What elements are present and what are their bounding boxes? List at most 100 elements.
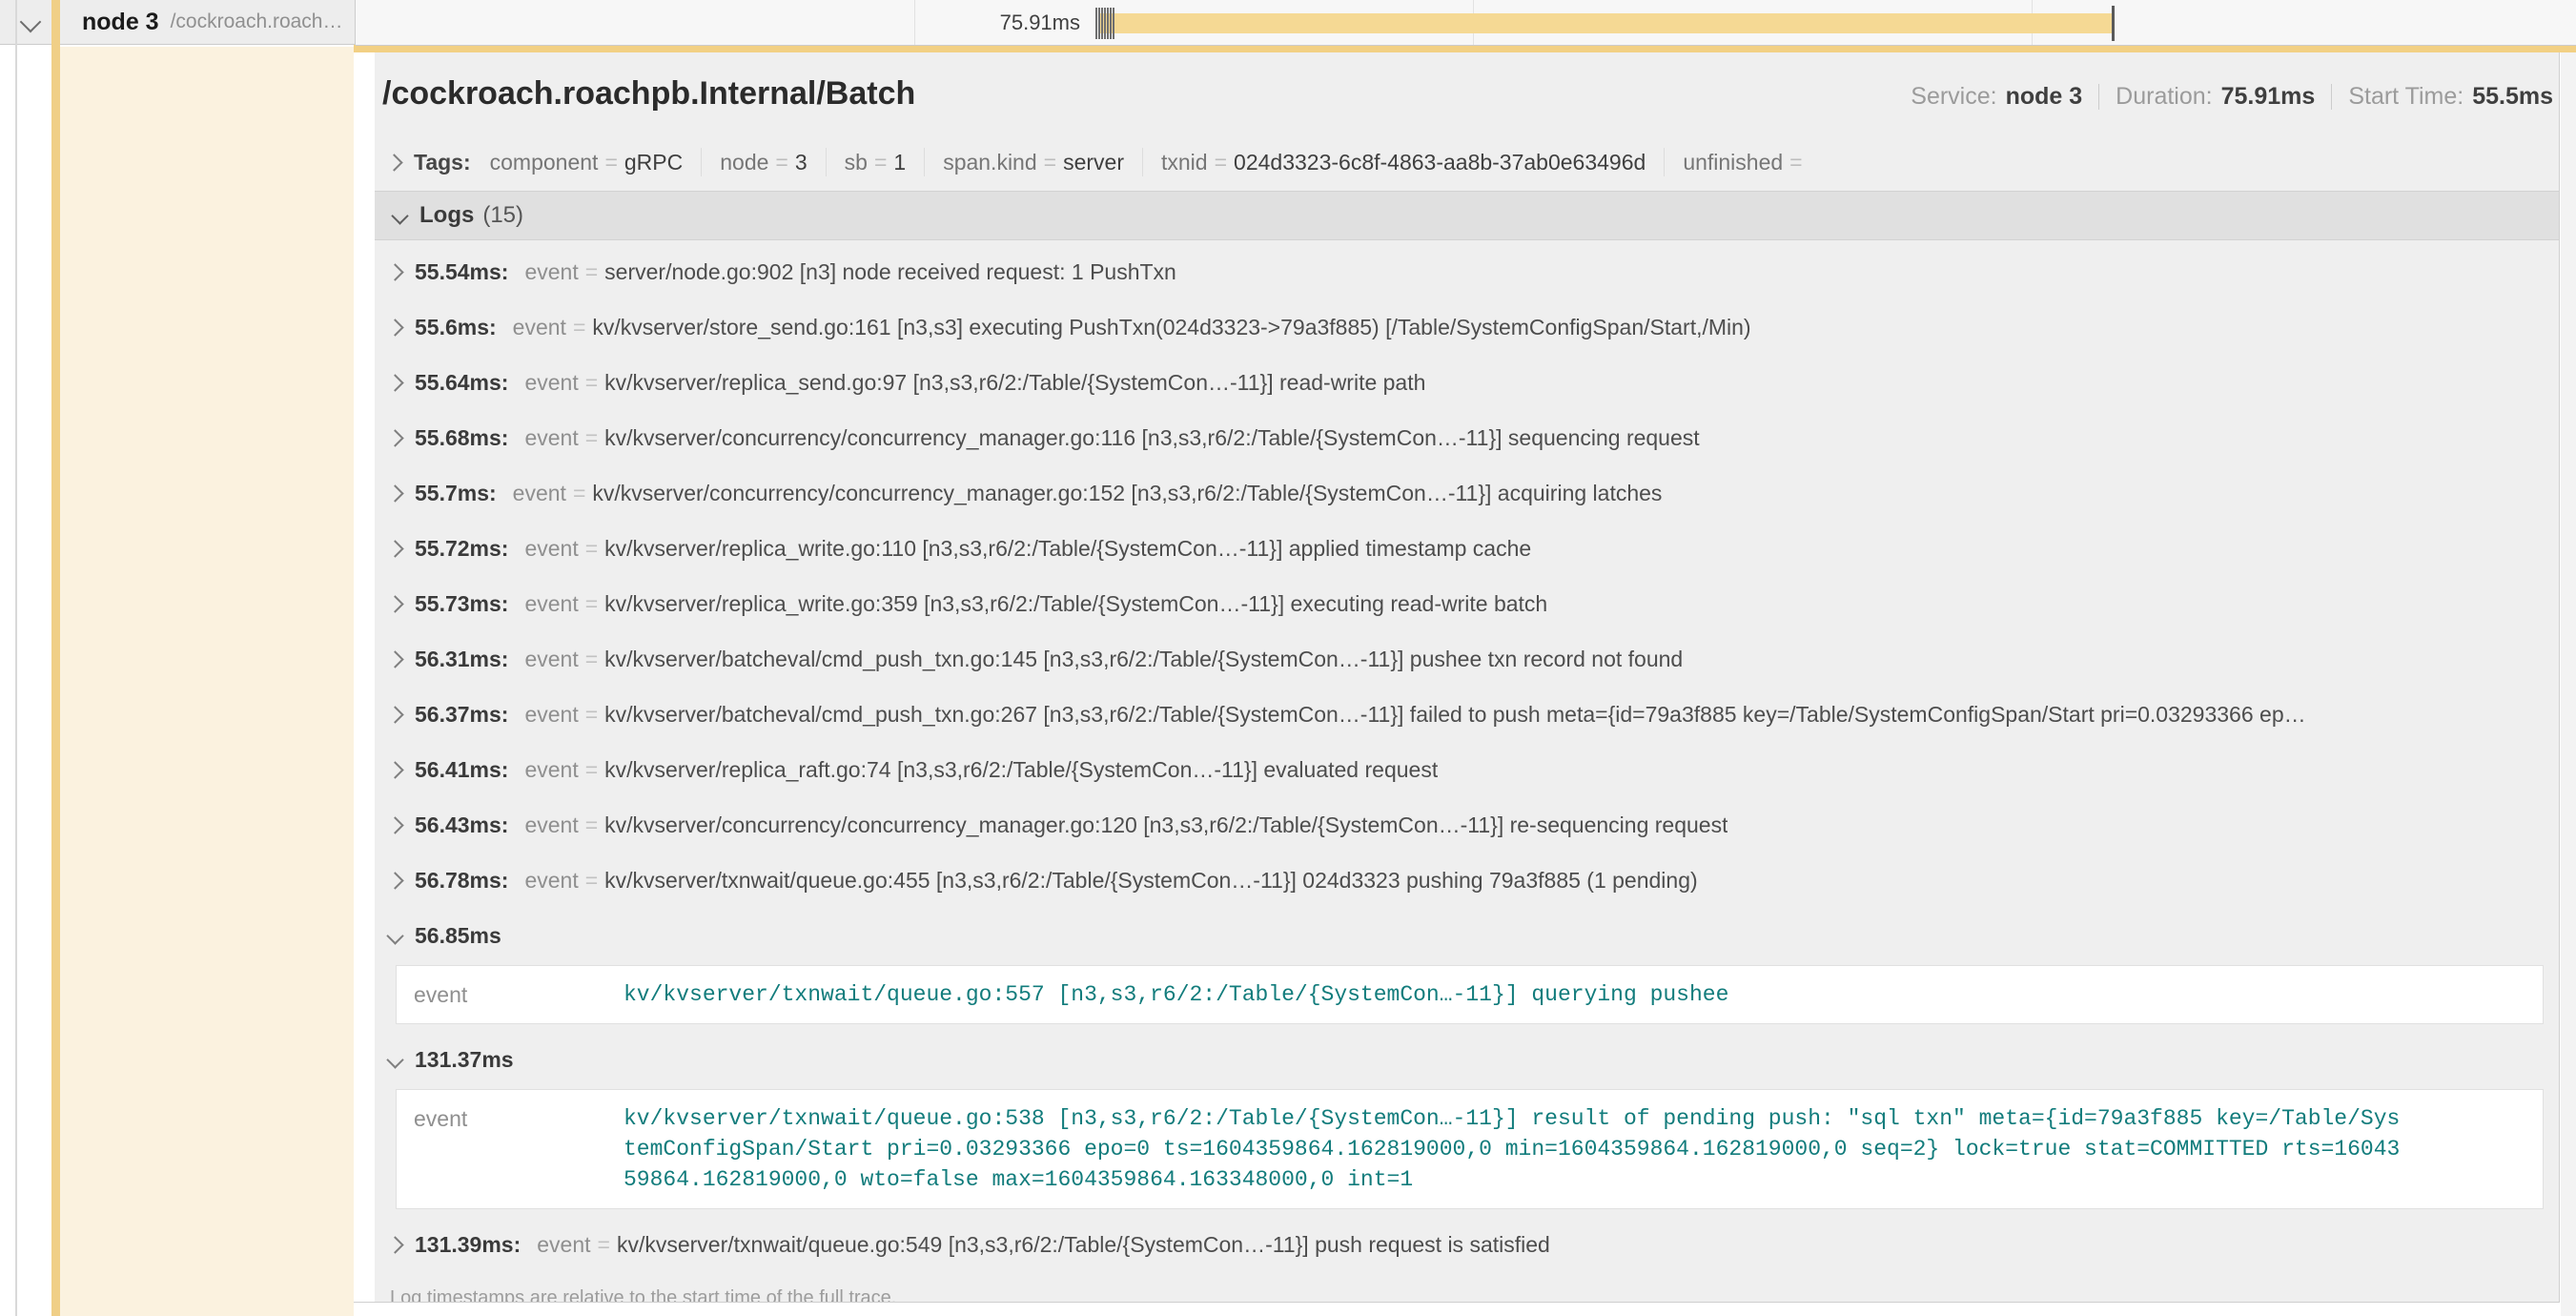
chevron-down-icon[interactable]	[20, 11, 42, 33]
log-timestamp: 56.43ms:	[415, 812, 508, 838]
log-entry-row[interactable]: 56.43ms:event=kv/kvserver/concurrency/co…	[386, 797, 2544, 853]
chevron-down-icon	[386, 927, 403, 944]
log-message: kv/kvserver/txnwait/queue.go:549 [n3,s3,…	[617, 1232, 1550, 1258]
log-entry-row[interactable]: 56.78ms:event=kv/kvserver/txnwait/queue.…	[386, 853, 2544, 908]
tag-separator	[826, 148, 827, 176]
log-entry-row[interactable]: 55.7ms:event=kv/kvserver/concurrency/con…	[386, 465, 2544, 521]
page-title: /cockroach.roachpb.Internal/Batch	[382, 75, 915, 113]
span-detail-panel: /cockroach.roachpb.Internal/Batch Servic…	[354, 52, 2560, 1303]
log-message: kv/kvserver/replica_write.go:110 [n3,s3,…	[604, 536, 1531, 562]
log-marker-tick	[1101, 8, 1103, 39]
chevron-right-icon	[385, 154, 402, 171]
log-field-key: event	[524, 868, 578, 894]
log-field-value: kv/kvserver/txnwait/queue.go:557 [n3,s3,…	[624, 979, 2406, 1010]
span-timeline-cell[interactable]: 75.91ms	[356, 0, 2576, 46]
log-entry-row[interactable]: 55.6ms:event=kv/kvserver/store_send.go:1…	[386, 299, 2544, 355]
log-timestamp: 131.39ms:	[415, 1232, 521, 1258]
span-duration-label: 75.91ms	[889, 0, 1080, 45]
tag-separator	[1664, 148, 1665, 176]
tag-key: sb	[845, 150, 868, 175]
equals-sign: =	[585, 425, 598, 451]
span-operation-name[interactable]: /cockroach.roach…	[171, 10, 343, 33]
log-entries: 55.54ms:event=server/node.go:902 [n3] no…	[382, 240, 2559, 1272]
log-message: kv/kvserver/txnwait/queue.go:455 [n3,s3,…	[604, 868, 1698, 894]
log-message: server/node.go:902 [n3] node received re…	[604, 259, 1176, 285]
chevron-right-icon	[386, 263, 403, 280]
equals-sign: =	[585, 812, 598, 838]
equals-sign: =	[585, 370, 598, 396]
chevron-right-icon	[386, 484, 403, 502]
log-message: kv/kvserver/batcheval/cmd_push_txn.go:26…	[604, 702, 2305, 728]
log-entry-row[interactable]: 131.39ms:event=kv/kvserver/txnwait/queue…	[386, 1217, 2544, 1272]
timeline-left-rail	[0, 0, 17, 1316]
overview-value: 55.5ms	[2472, 83, 2553, 111]
overview-label: Start Time:	[2348, 83, 2464, 111]
logs-count: (15)	[482, 202, 523, 229]
equals-sign: =	[585, 259, 598, 285]
meta-separator	[2331, 84, 2332, 110]
log-entry-row[interactable]: 56.41ms:event=kv/kvserver/replica_raft.g…	[386, 742, 2544, 797]
equals-sign: =	[585, 591, 598, 617]
log-message: kv/kvserver/replica_write.go:359 [n3,s3,…	[604, 591, 1547, 617]
log-detail-card: eventkv/kvserver/txnwait/queue.go:538 [n…	[396, 1089, 2544, 1209]
chevron-right-icon	[386, 595, 403, 612]
log-message: kv/kvserver/replica_send.go:97 [n3,s3,r6…	[604, 370, 1425, 396]
chevron-right-icon	[386, 374, 403, 391]
span-service-name[interactable]: node 3	[82, 9, 159, 36]
log-marker-tick	[1095, 8, 1097, 39]
equals-sign: =	[585, 757, 598, 783]
log-entry-row[interactable]: 55.64ms:event=kv/kvserver/replica_send.g…	[386, 355, 2544, 410]
detail-top-accent	[354, 45, 2576, 52]
log-marker-tick	[1107, 8, 1109, 39]
equals-sign: =	[775, 150, 787, 175]
chevron-down-icon	[391, 207, 408, 224]
log-marker-tick	[1110, 8, 1112, 39]
equals-sign: =	[585, 868, 598, 894]
tag-key: span.kind	[943, 150, 1036, 175]
tags-label: Tags:	[414, 150, 471, 175]
log-marker-tick	[1104, 8, 1106, 39]
logs-accordion-header[interactable]: Logs (15)	[375, 191, 2559, 240]
span-bar[interactable]	[1098, 13, 2112, 33]
log-entry-row[interactable]: 55.73ms:event=kv/kvserver/replica_write.…	[386, 576, 2544, 631]
log-timestamp: 56.41ms:	[415, 757, 508, 783]
log-timestamp: 55.7ms:	[415, 481, 497, 506]
log-marker-tick	[1113, 8, 1114, 39]
log-field-key: event	[524, 536, 578, 562]
log-timestamp: 55.72ms:	[415, 536, 508, 562]
tag-value: gRPC	[624, 150, 683, 175]
tag-value: 024d3323-6c8f-4863-aa8b-37ab0e63496d	[1234, 150, 1646, 175]
tag-separator	[701, 148, 702, 176]
tag-value: 3	[795, 150, 808, 175]
log-field-value: kv/kvserver/txnwait/queue.go:538 [n3,s3,…	[624, 1103, 2406, 1195]
log-field-key: event	[524, 370, 578, 396]
log-entry-row-expanded[interactable]: 131.37ms	[386, 1032, 2544, 1087]
equals-sign: =	[573, 315, 585, 340]
equals-sign: =	[604, 150, 617, 175]
tag-value: 1	[893, 150, 906, 175]
log-entry-row[interactable]: 56.37ms:event=kv/kvserver/batcheval/cmd_…	[386, 687, 2544, 742]
chevron-right-icon	[386, 816, 403, 833]
log-marker-end-tick	[2112, 6, 2115, 41]
chevron-right-icon	[386, 540, 403, 557]
tag-list: component=gRPCnode=3sb=1span.kind=server…	[490, 148, 1809, 176]
meta-separator	[2098, 84, 2099, 110]
log-field-key: event	[537, 1232, 590, 1258]
chevron-right-icon	[386, 1236, 403, 1253]
overview-value: node 3	[2006, 83, 2083, 111]
log-message: kv/kvserver/store_send.go:161 [n3,s3] ex…	[592, 315, 1750, 340]
overview-value: 75.91ms	[2221, 83, 2316, 111]
equals-sign: =	[1789, 150, 1802, 175]
log-timestamp: 56.85ms	[415, 923, 501, 949]
chevron-right-icon	[386, 761, 403, 778]
tag-separator	[924, 148, 925, 176]
log-entry-row[interactable]: 56.31ms:event=kv/kvserver/batcheval/cmd_…	[386, 631, 2544, 687]
tags-accordion-header[interactable]: Tags: component=gRPCnode=3sb=1span.kind=…	[382, 141, 2559, 183]
tag-item: unfinished=	[1683, 150, 1809, 175]
log-entry-row[interactable]: 55.54ms:event=server/node.go:902 [n3] no…	[386, 244, 2544, 299]
log-entry-row[interactable]: 55.72ms:event=kv/kvserver/replica_write.…	[386, 521, 2544, 576]
span-row-highlight	[60, 47, 354, 1316]
log-entry-row-expanded[interactable]: 56.85ms	[386, 908, 2544, 963]
log-entry-row[interactable]: 55.68ms:event=kv/kvserver/concurrency/co…	[386, 410, 2544, 465]
log-field-key: event	[524, 259, 578, 285]
